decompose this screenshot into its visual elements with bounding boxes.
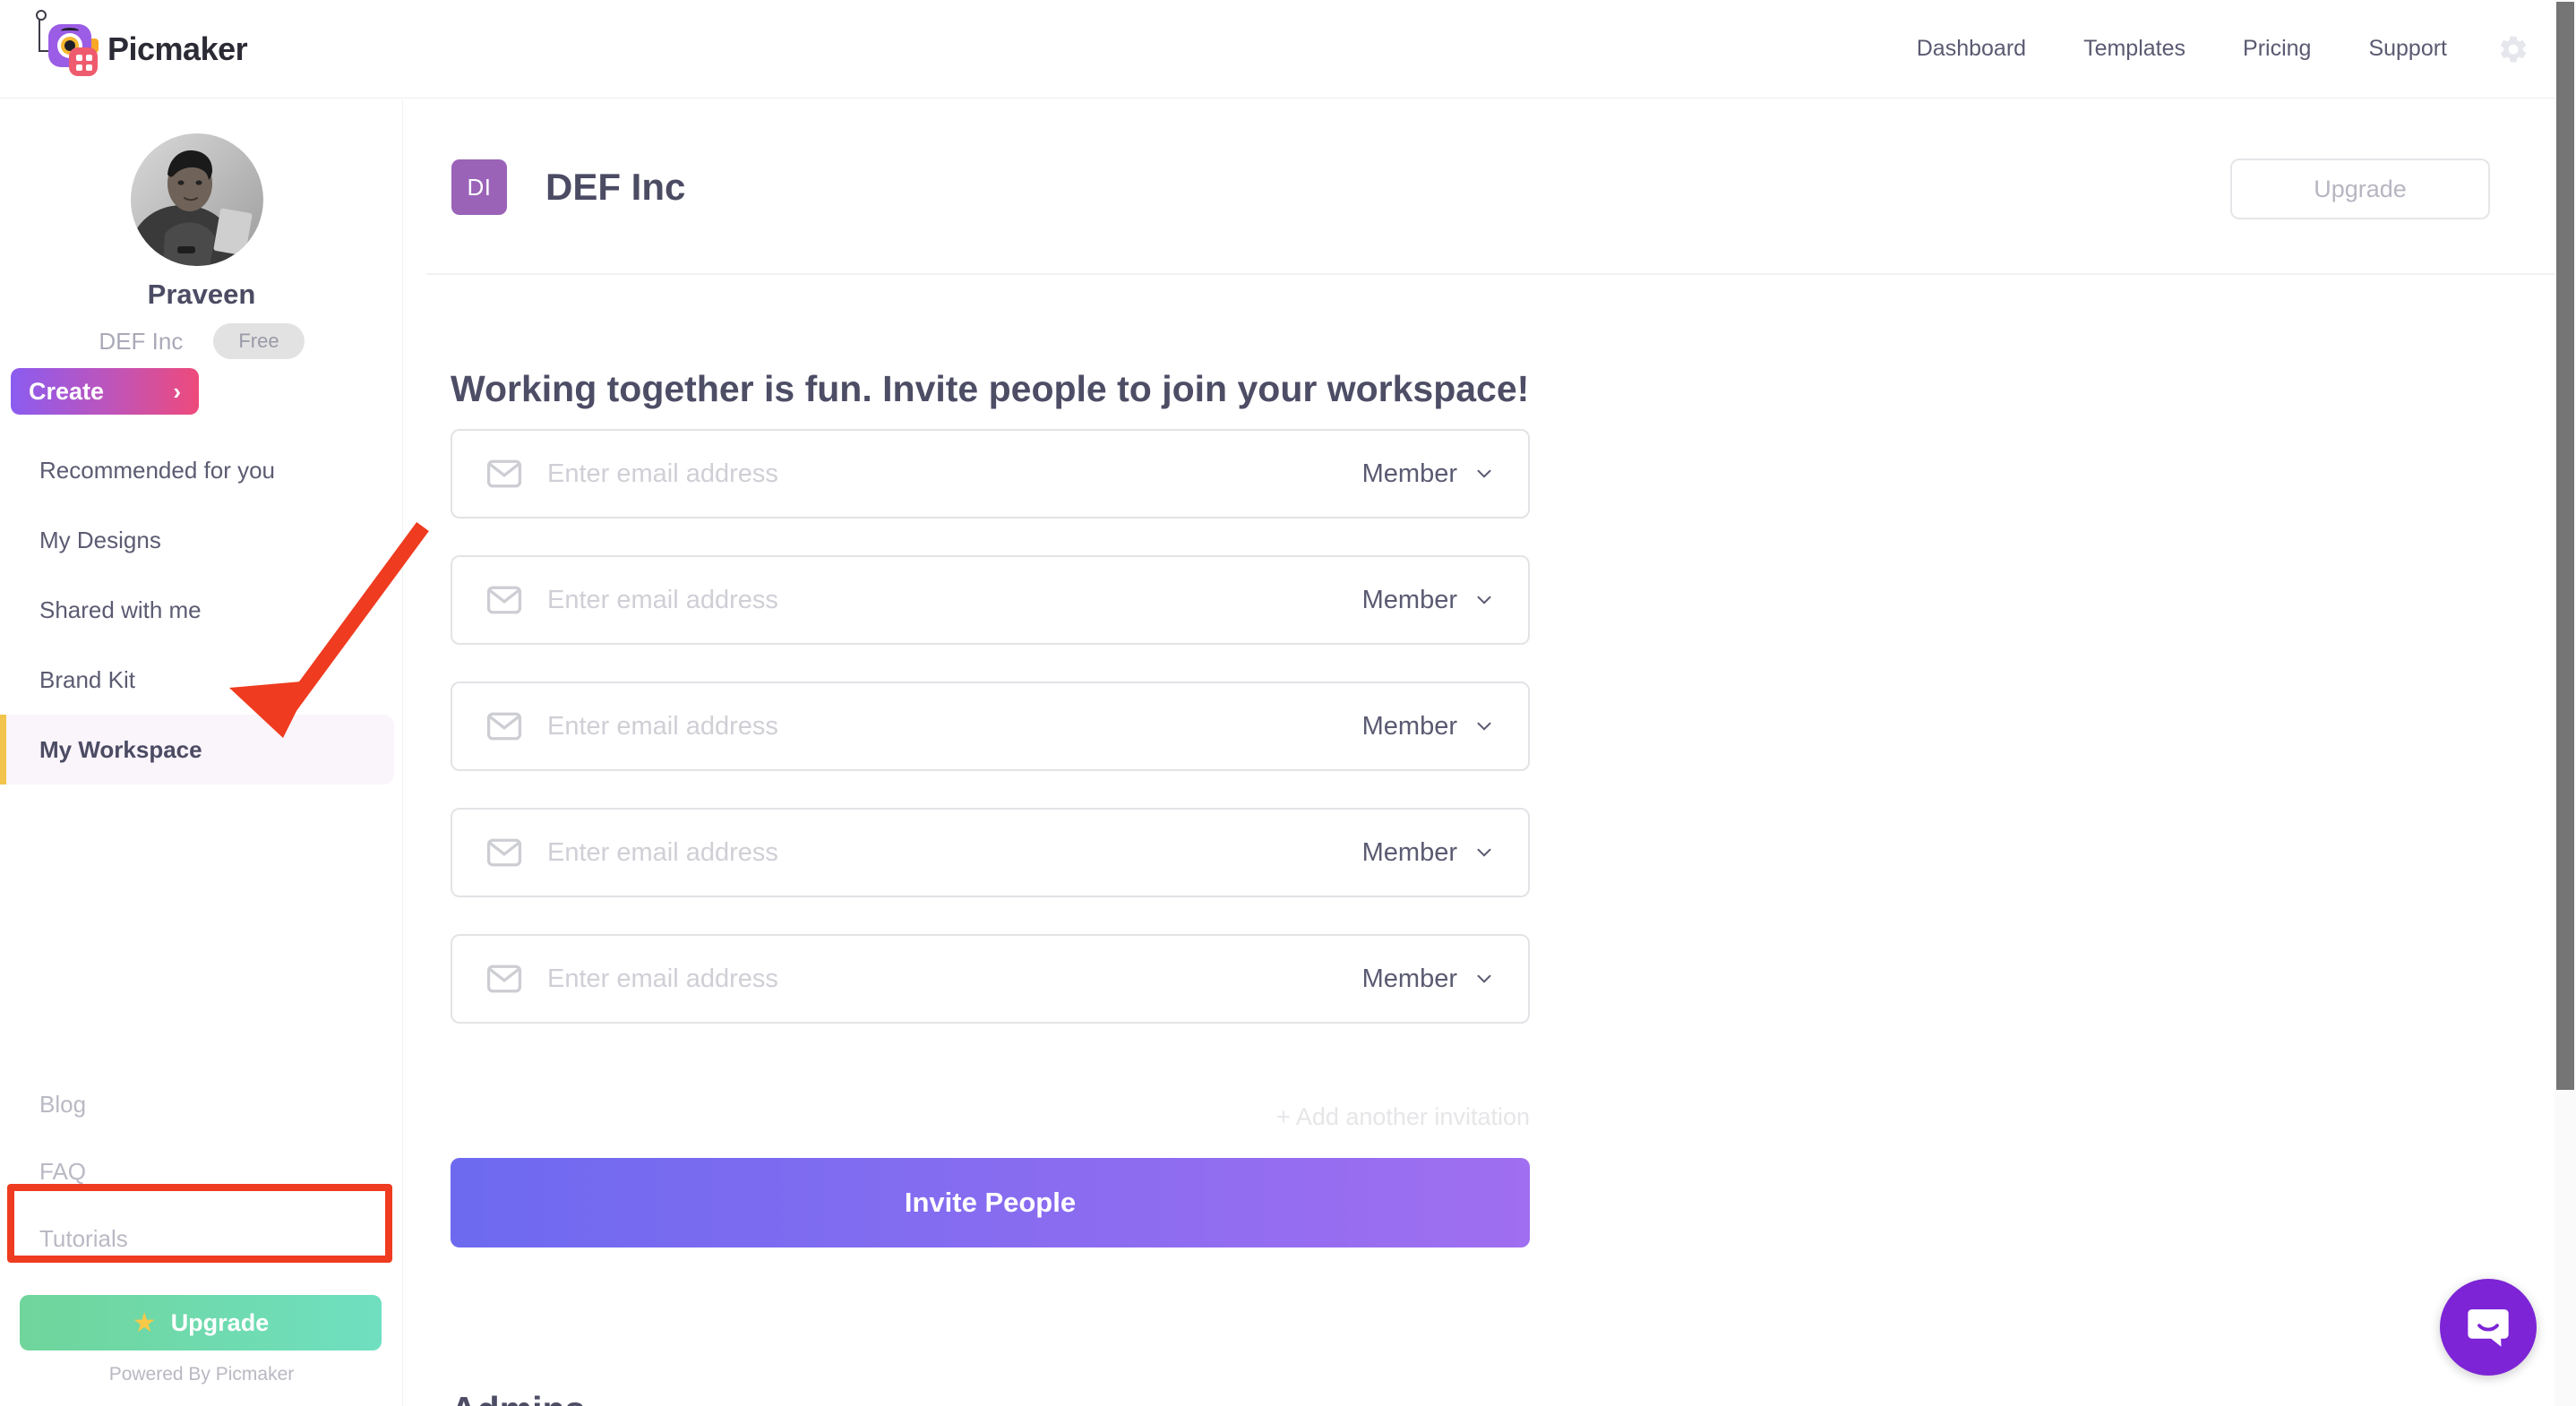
sidebar-item-blog[interactable]: Blog: [0, 1071, 403, 1138]
email-input-2[interactable]: [547, 585, 1362, 615]
page-title: DEF Inc: [545, 166, 686, 208]
chevron-down-icon: [1477, 974, 1491, 983]
role-dropdown-5[interactable]: Member: [1362, 964, 1496, 994]
email-input-3[interactable]: [547, 711, 1362, 742]
header-divider: [426, 273, 2576, 275]
role-dropdown-4[interactable]: Member: [1362, 838, 1496, 868]
sidebar-item-my-designs[interactable]: My Designs: [0, 505, 403, 575]
role-dropdown-label-3: Member: [1361, 711, 1457, 741]
app-root: Picmaker Dashboard Templates Pricing Sup…: [0, 0, 2576, 1406]
role-dropdown-1[interactable]: Member: [1362, 459, 1496, 489]
org-name: DEF Inc: [99, 327, 184, 355]
nav-dashboard[interactable]: Dashboard: [1888, 36, 2055, 62]
invite-rows: Member Member: [451, 429, 1530, 1060]
plan-badge: Free: [213, 323, 305, 359]
org-row: DEF Inc Free: [0, 323, 403, 359]
intercom-chat-button[interactable]: [2440, 1279, 2537, 1376]
user-name: Praveen: [147, 279, 256, 310]
chevron-down-icon: [1477, 596, 1491, 604]
sidebar-item-recommended[interactable]: Recommended for you: [0, 435, 403, 505]
invite-people-button[interactable]: Invite People: [451, 1158, 1530, 1247]
nav-pricing[interactable]: Pricing: [2214, 36, 2340, 62]
sidebar-upgrade-button[interactable]: ★ Upgrade: [20, 1295, 382, 1350]
star-icon: ★: [132, 1307, 157, 1338]
header-upgrade-button[interactable]: Upgrade: [2230, 159, 2490, 219]
intercom-chat-icon: [2468, 1309, 2509, 1347]
create-button[interactable]: Create ›: [11, 368, 199, 415]
workspace-header: DI DEF Inc Upgrade: [404, 99, 2576, 275]
nav-templates[interactable]: Templates: [2055, 36, 2214, 62]
email-input-1[interactable]: [547, 459, 1362, 489]
admins-section-heading: Admins: [451, 1389, 585, 1406]
gear-icon[interactable]: [2497, 33, 2529, 65]
sidebar-item-tutorials[interactable]: Tutorials: [0, 1205, 403, 1273]
role-dropdown-label-1: Member: [1361, 459, 1457, 488]
top-navigation-bar: Picmaker Dashboard Templates Pricing Sup…: [0, 0, 2576, 99]
invite-row-3[interactable]: Member: [451, 682, 1530, 771]
invite-row-2[interactable]: Member: [451, 555, 1530, 645]
envelope-icon: [485, 454, 524, 493]
avatar[interactable]: [131, 133, 263, 266]
chevron-down-icon: [1477, 848, 1491, 857]
sidebar-upgrade-label: Upgrade: [170, 1308, 270, 1336]
vertical-scrollbar-track[interactable]: [2555, 0, 2576, 1406]
envelope-icon: [485, 580, 524, 620]
invite-row-5[interactable]: Member: [451, 934, 1530, 1024]
main-content: DI DEF Inc Upgrade Working together is f…: [404, 99, 2576, 1406]
invite-row-1[interactable]: Member: [451, 429, 1530, 519]
create-button-label: Create: [29, 377, 105, 405]
brand-logo[interactable]: Picmaker: [36, 9, 248, 78]
main-nav: Dashboard Templates Pricing Support: [1888, 33, 2529, 65]
role-dropdown-2[interactable]: Member: [1362, 586, 1496, 615]
sidebar-item-my-workspace[interactable]: My Workspace: [0, 715, 394, 784]
role-dropdown-label-2: Member: [1361, 585, 1457, 614]
sidebar-item-shared[interactable]: Shared with me: [0, 575, 403, 645]
chevron-down-icon: [1477, 722, 1491, 731]
role-dropdown-label-5: Member: [1361, 964, 1457, 993]
nav-support[interactable]: Support: [2340, 36, 2476, 62]
picmaker-logo-icon: [36, 9, 99, 78]
left-sidebar: Praveen DEF Inc Free Create › Recommende…: [0, 99, 403, 1406]
email-input-4[interactable]: [547, 837, 1362, 868]
envelope-icon: [485, 707, 524, 746]
sidebar-secondary-nav: Blog FAQ Tutorials: [0, 1071, 403, 1273]
sidebar-item-faq[interactable]: FAQ: [0, 1138, 403, 1205]
invite-row-4[interactable]: Member: [451, 808, 1530, 897]
envelope-icon: [485, 833, 524, 872]
workspace-initials-badge: DI: [451, 159, 507, 215]
sidebar-nav-list: Recommended for you My Designs Shared wi…: [0, 435, 403, 784]
avatar-photo: [131, 133, 263, 266]
sidebar-item-brand-kit[interactable]: Brand Kit: [0, 645, 403, 715]
envelope-icon: [485, 959, 524, 999]
add-another-invitation-link[interactable]: + Add another invitation: [451, 1103, 1530, 1131]
chevron-right-icon: ›: [173, 377, 181, 405]
role-dropdown-3[interactable]: Member: [1362, 712, 1496, 742]
invite-heading: Working together is fun. Invite people t…: [451, 368, 1530, 409]
vertical-scrollbar-thumb[interactable]: [2556, 2, 2574, 1090]
email-input-5[interactable]: [547, 964, 1362, 994]
chevron-down-icon: [1477, 469, 1491, 478]
powered-by-text: Powered By Picmaker: [108, 1364, 295, 1385]
brand-name: Picmaker: [107, 30, 248, 67]
role-dropdown-label-4: Member: [1361, 837, 1457, 867]
